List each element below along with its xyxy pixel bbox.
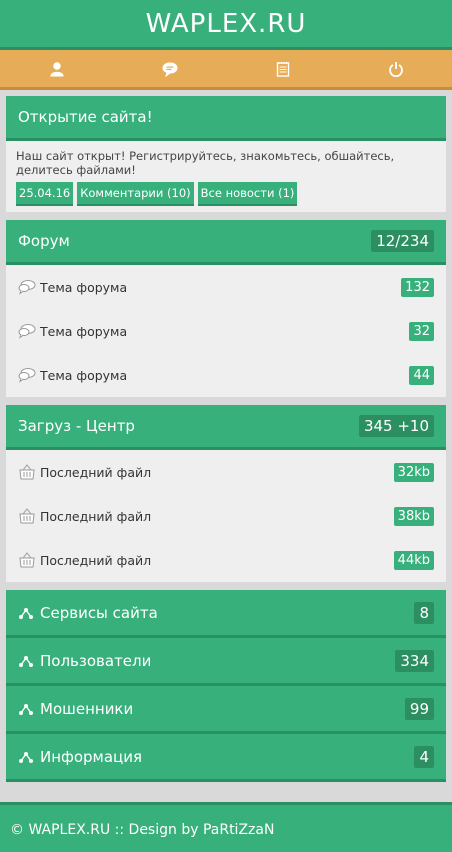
forum-topic-count: 32 <box>409 321 434 341</box>
nav-logout-button[interactable] <box>339 50 452 87</box>
file-box-icon <box>19 464 35 480</box>
news-date: 25.04.16 <box>16 182 74 206</box>
download-file-row[interactable]: Последний файл 32kb <box>6 450 446 494</box>
news-tags: 25.04.16 Комментарии (10) Все новости (1… <box>16 182 436 206</box>
downloads-title: Загруз - Центр <box>18 417 135 435</box>
menu-item-count: 4 <box>414 745 434 768</box>
forum-topic-count: 132 <box>401 277 434 297</box>
forum-topic-label: Тема форума <box>40 323 128 339</box>
main-content: Открытие сайта! Наш сайт открыт! Регистр… <box>6 96 446 782</box>
power-icon <box>388 61 403 77</box>
nav-chat-button[interactable] <box>113 50 226 87</box>
forum-block: Форум 12/234 Тема форума 132 Тема форума… <box>6 220 446 397</box>
top-navigation <box>0 50 452 90</box>
downloads-count: 345 +10 <box>358 415 434 437</box>
forum-topic-count: 44 <box>409 365 434 385</box>
download-file-label: Последний файл <box>40 552 152 568</box>
forum-topic-row[interactable]: Тема форума 32 <box>6 309 446 353</box>
forum-topic-label: Тема форума <box>40 367 128 383</box>
news-text: Наш сайт открыт! Регистрируйтесь, знаком… <box>16 149 395 177</box>
menu-item-scammers[interactable]: Мошенники 99 <box>6 686 446 734</box>
news-comments-link[interactable]: Комментарии (10) <box>77 182 194 206</box>
menu-item-count: 8 <box>414 601 434 624</box>
menu-item-count: 99 <box>404 697 434 720</box>
news-body: Наш сайт открыт! Регистрируйтесь, знаком… <box>6 141 446 212</box>
forum-topic-label: Тема форума <box>40 279 128 295</box>
chat-bubble-icon <box>18 368 36 383</box>
nav-notes-button[interactable] <box>226 50 339 87</box>
download-file-label: Последний файл <box>40 508 152 524</box>
forum-list: Тема форума 132 Тема форума 32 Тема фору… <box>6 265 446 397</box>
chat-bubble-icon <box>18 324 36 339</box>
chat-bubble-icon <box>18 280 36 295</box>
download-file-row[interactable]: Последний файл 44kb <box>6 538 446 582</box>
menu-item-users[interactable]: Пользователи 334 <box>6 638 446 686</box>
user-icon <box>49 61 64 76</box>
download-file-label: Последний файл <box>40 464 152 480</box>
news-block: Открытие сайта! Наш сайт открыт! Регистр… <box>6 96 446 212</box>
download-file-size: 38kb <box>393 506 434 526</box>
site-header: WAPLEX.RU <box>0 0 452 50</box>
downloads-list: Последний файл 32kb Последний файл 38kb <box>6 450 446 582</box>
menu-item-label: Пользователи <box>40 651 152 670</box>
forum-header[interactable]: Форум 12/234 <box>6 220 446 265</box>
menu-item-label: Сервисы сайта <box>40 603 158 622</box>
downloads-header[interactable]: Загруз - Центр 345 +10 <box>6 405 446 450</box>
menu-item-label: Информация <box>40 747 143 766</box>
footer-copyright: © WAPLEX.RU :: Design by PaRtiZzaN <box>10 822 275 838</box>
news-title[interactable]: Открытие сайта! <box>18 108 153 126</box>
news-header: Открытие сайта! <box>6 96 446 141</box>
menu-item-services[interactable]: Сервисы сайта 8 <box>6 590 446 638</box>
downloads-block: Загруз - Центр 345 +10 Последний файл 32… <box>6 405 446 582</box>
share-nodes-icon <box>19 751 33 763</box>
share-nodes-icon <box>19 703 33 715</box>
forum-topic-row[interactable]: Тема форума 132 <box>6 265 446 309</box>
download-file-size: 32kb <box>393 462 434 482</box>
all-news-link[interactable]: Все новости (1) <box>197 182 298 206</box>
chat-icon <box>161 61 178 77</box>
download-file-size: 44kb <box>393 550 434 570</box>
share-nodes-icon <box>19 655 33 667</box>
forum-topic-row[interactable]: Тема форума 44 <box>6 353 446 397</box>
site-footer: © WAPLEX.RU :: Design by PaRtiZzaN <box>0 802 452 852</box>
share-nodes-icon <box>19 607 33 619</box>
menu-item-count: 334 <box>395 649 434 672</box>
notepad-icon <box>276 61 289 77</box>
file-box-icon <box>19 508 35 524</box>
download-file-row[interactable]: Последний файл 38kb <box>6 494 446 538</box>
forum-count: 12/234 <box>371 230 434 252</box>
menu-item-label: Мошенники <box>40 699 134 718</box>
nav-profile-button[interactable] <box>0 50 113 87</box>
file-box-icon <box>19 552 35 568</box>
site-logo[interactable]: WAPLEX.RU <box>146 9 307 39</box>
menu-item-info[interactable]: Информация 4 <box>6 734 446 782</box>
forum-title: Форум <box>18 232 70 250</box>
